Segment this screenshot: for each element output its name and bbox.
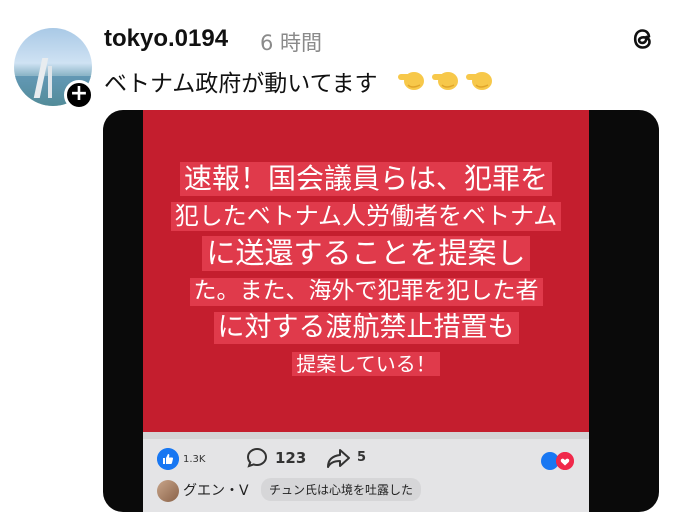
follow-plus-button[interactable]: + [64, 80, 94, 110]
heart-reaction-icon [556, 452, 574, 470]
comment-icon [246, 447, 268, 468]
pointing-hand-emoji-icon [466, 72, 492, 90]
pointing-hand-emoji-icon [398, 72, 424, 90]
footer-divider [143, 432, 589, 439]
username[interactable]: tokyo.0194 [104, 25, 228, 53]
pointing-hand-emoji-icon [432, 72, 458, 90]
headline-line: た。また、海外で犯罪を犯した者 [143, 278, 589, 306]
post-image[interactable]: 速報！国会議員らは、犯罪を 犯したベトナム人労働者をベトナム に送還することを提… [103, 110, 659, 512]
facebook-footer: 1.3K 123 5 グエン・V チュン氏は心境を吐露した [143, 432, 589, 512]
headline-line: 提案している！ [143, 352, 589, 376]
headline-line: に対する渡航禁止措置も [143, 312, 589, 345]
avatar-pier-post [48, 66, 52, 98]
commenter-avatar [157, 480, 179, 502]
share-icon [327, 449, 350, 468]
reactions-count: 1.3K [183, 454, 206, 465]
post-caption: ベトナム政府が動いてます [104, 71, 378, 97]
headline-line: 犯したベトナム人労働者をベトナム [143, 202, 589, 231]
comments-count: 123 [275, 449, 307, 467]
headline-line: 速報！国会議員らは、犯罪を [143, 162, 589, 196]
threads-icon[interactable] [627, 23, 659, 55]
post-time: 6 時間 [260, 31, 323, 55]
like-icon [157, 448, 179, 470]
headline-line: に送還することを提案し [143, 236, 589, 271]
comment-bubble: チュン氏は心境を吐露した [261, 478, 422, 501]
shares-count: 5 [357, 450, 367, 465]
commenter-name: グエン・V [183, 483, 249, 499]
news-banner: 速報！国会議員らは、犯罪を 犯したベトナム人労働者をベトナム に送還することを提… [143, 110, 589, 432]
emoji-group [396, 63, 494, 93]
